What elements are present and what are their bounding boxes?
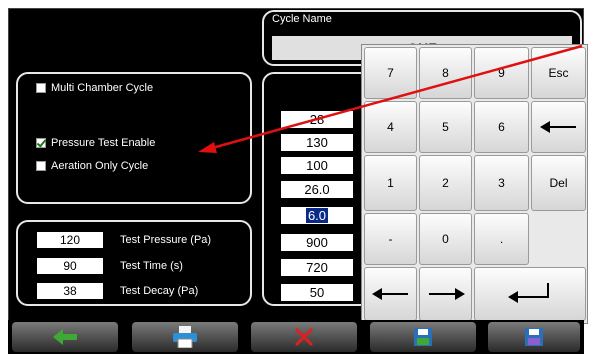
key-cursor-right[interactable] [419,267,472,321]
multi-chamber-label: Multi Chamber Cycle [51,82,154,94]
key-3[interactable]: 3 [474,155,529,211]
value-field[interactable]: 720 [280,258,354,277]
key-escape[interactable]: Esc [531,47,586,99]
key-decimal[interactable]: . [474,213,529,265]
bottom-toolbar [8,320,584,354]
save-as-disk-icon [525,328,543,346]
key-0[interactable]: 0 [419,213,472,265]
enter-return-icon [508,283,549,303]
key-2[interactable]: 2 [419,155,472,211]
screen: Cycle Name QHF Multi Chamber Cycle Press… [0,0,592,360]
key-8[interactable]: 8 [419,47,472,99]
key-delete[interactable]: Del [531,155,586,211]
cancel-button[interactable] [251,322,357,352]
test-decay-row: 38 Test Decay (Pa) [36,282,198,300]
save-as-button[interactable] [488,322,580,352]
backspace-arrow-icon [539,121,576,133]
key-4[interactable]: 4 [364,101,417,153]
value-field[interactable]: 900 [280,233,354,252]
test-pressure-field[interactable]: 120 [36,231,104,249]
aeration-only-checkbox[interactable] [36,161,46,171]
key-enter[interactable] [474,267,586,321]
key-1[interactable]: 1 [364,155,417,211]
pressure-test-option[interactable]: Pressure Test Enable [36,137,155,149]
test-time-row: 90 Test Time (s) [36,257,183,275]
value-field[interactable]: 28 [280,110,354,129]
value-field[interactable]: 50 [280,283,354,302]
test-time-label: Test Time (s) [120,260,183,272]
arrow-left-green-icon [53,329,77,345]
arrow-right-icon [428,288,465,300]
numeric-keypad: 7 8 9 Esc 4 5 6 1 2 3 Del - 0 . [361,44,588,324]
key-backspace[interactable] [531,101,586,153]
back-button[interactable] [12,322,118,352]
print-button[interactable] [132,322,238,352]
key-6[interactable]: 6 [474,101,529,153]
printer-icon [173,326,197,348]
test-decay-label: Test Decay (Pa) [120,285,199,297]
arrow-left-icon [371,288,408,300]
multi-chamber-option[interactable]: Multi Chamber Cycle [36,82,153,94]
aeration-only-label: Aeration Only Cycle [51,160,149,172]
pressure-test-label: Pressure Test Enable [51,137,156,149]
selected-value-text: 6.0 [305,208,329,223]
test-time-field[interactable]: 90 [36,257,104,275]
aeration-only-option[interactable]: Aeration Only Cycle [36,160,148,172]
cycle-name-label: Cycle Name [272,13,332,25]
value-field[interactable]: 26.0 [280,180,354,199]
test-decay-field[interactable]: 38 [36,282,104,300]
value-field-selected[interactable]: 6.0 [280,206,354,225]
key-5[interactable]: 5 [419,101,472,153]
key-cursor-left[interactable] [364,267,417,321]
test-pressure-row: 120 Test Pressure (Pa) [36,231,211,249]
multi-chamber-checkbox[interactable] [36,83,46,93]
key-9[interactable]: 9 [474,47,529,99]
save-button[interactable] [370,322,476,352]
save-disk-icon [414,328,432,346]
key-7[interactable]: 7 [364,47,417,99]
red-x-icon [294,327,314,347]
test-pressure-label: Test Pressure (Pa) [120,234,212,246]
pressure-test-checkbox[interactable] [36,138,46,148]
value-field[interactable]: 130 [280,133,354,152]
value-field[interactable]: 100 [280,156,354,175]
key-minus[interactable]: - [364,213,417,265]
